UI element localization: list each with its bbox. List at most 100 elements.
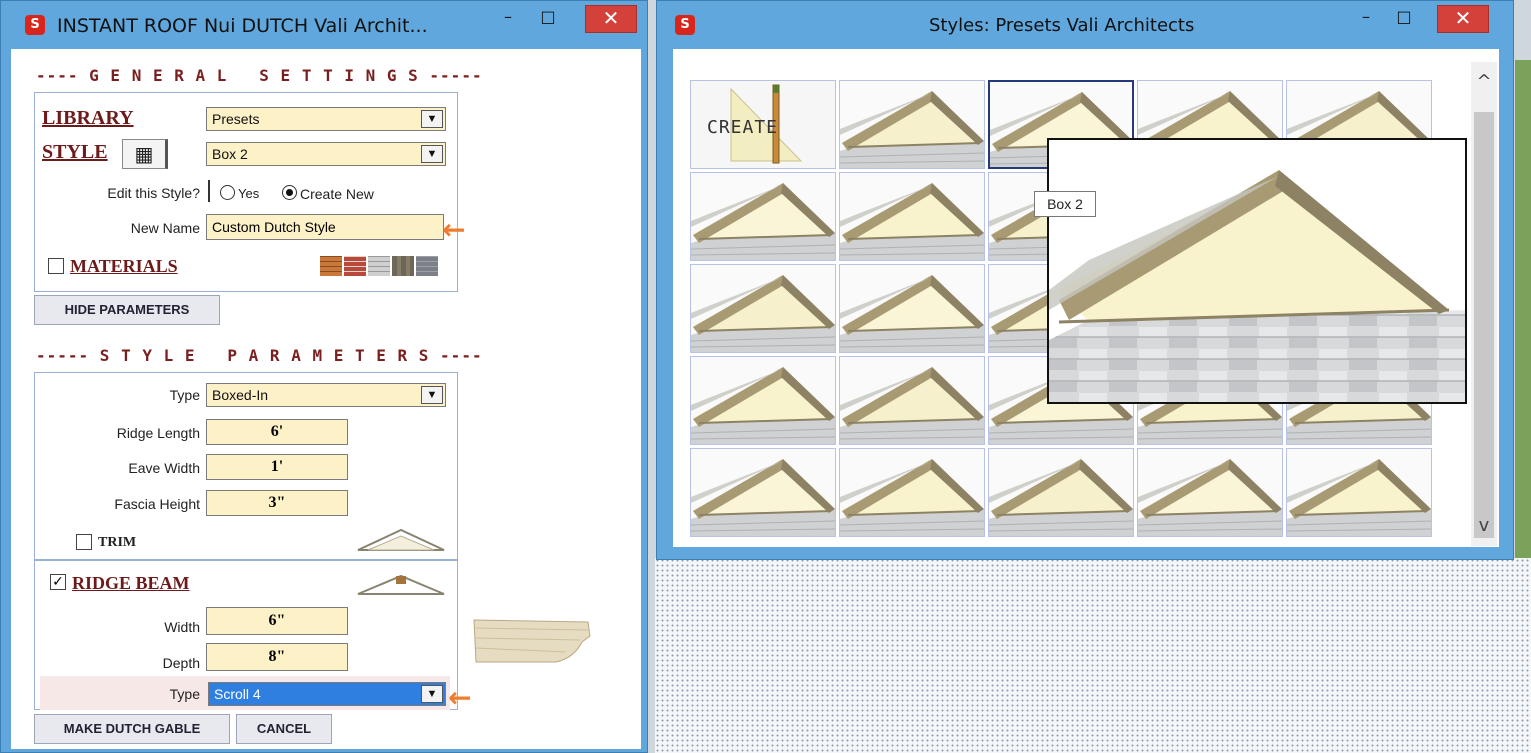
style-parameters-heading: ----- S T Y L E P A R A M E T E R S ---- [36, 346, 483, 365]
gable-thumbnail-image [840, 173, 984, 260]
right-titlebar[interactable]: S Styles: Presets Vali Architects – □ ✕ [657, 1, 1513, 51]
gable-thumbnail-image [840, 81, 984, 168]
edit-style-label: Edit this Style? [107, 185, 200, 201]
type-select-value: Boxed-In [212, 387, 269, 403]
trim-preview-icon [357, 528, 445, 551]
eave-width-field[interactable]: 1' [206, 454, 348, 480]
trim-label[interactable]: TRIM [98, 535, 136, 551]
gable-thumbnail-image [691, 449, 835, 536]
radio-create-new[interactable] [282, 185, 297, 200]
maximize-button[interactable]: □ [531, 5, 565, 33]
red-brick-swatch[interactable] [344, 256, 366, 276]
depth-field[interactable]: 8" [206, 643, 348, 671]
maximize-button[interactable]: □ [1387, 5, 1421, 33]
cancel-button[interactable]: CANCEL [236, 714, 332, 744]
general-settings-heading: ---- G E N E R A L S E T T I N G S ----- [36, 66, 483, 85]
radio-create-new-label: Create New [300, 186, 374, 202]
grid-view-button[interactable]: ▦ [122, 139, 168, 169]
style-tile[interactable] [1137, 448, 1283, 537]
brick-swatch[interactable] [320, 256, 342, 276]
wood-swatch[interactable] [392, 256, 414, 276]
style-tooltip: Box 2 [1034, 191, 1096, 217]
radio-yes[interactable] [220, 185, 235, 200]
style-label[interactable]: STYLE [42, 141, 108, 164]
left-titlebar[interactable]: S INSTANT ROOF Nui DUTCH Vali Archit... … [1, 1, 647, 51]
width-label: Width [164, 619, 200, 635]
chevron-down-icon[interactable]: ▼ [421, 110, 443, 128]
chevron-down-icon[interactable]: ▼ [421, 145, 443, 163]
gable-preview-image [1049, 140, 1465, 402]
gable-thumbnail-image [1287, 449, 1431, 536]
scroll-up-icon[interactable]: ^ [1471, 62, 1497, 102]
width-field[interactable]: 6" [206, 607, 348, 635]
close-button[interactable]: ✕ [585, 5, 637, 33]
style-tile[interactable] [839, 80, 985, 169]
sketchup-app-icon: S [675, 15, 695, 35]
style-tile-create[interactable]: CREATE [690, 80, 836, 169]
depth-label: Depth [162, 655, 200, 671]
gable-thumbnail-image [691, 265, 835, 352]
background-sketchup-canvas-right [1515, 60, 1531, 560]
type-label: Type [169, 387, 200, 403]
slate-swatch[interactable] [416, 256, 438, 276]
ridge-length-field[interactable]: 6' [206, 419, 348, 445]
materials-checkbox[interactable] [48, 258, 64, 274]
scroll-down-icon[interactable]: v [1471, 506, 1497, 546]
beam-type-arrow-indicator: ← [448, 681, 472, 714]
gable-thumbnail-image [840, 265, 984, 352]
chevron-down-icon[interactable]: ▼ [421, 685, 443, 703]
style-tile[interactable] [690, 448, 836, 537]
style-preview-popup [1047, 138, 1467, 404]
type-select[interactable]: Boxed-In ▼ [206, 383, 446, 407]
gable-thumbnail-image [1138, 449, 1282, 536]
gable-thumbnail-image [840, 449, 984, 536]
ridge-beam-preview-icon [357, 574, 445, 595]
trim-checkbox[interactable] [76, 534, 92, 550]
style-tile[interactable] [839, 264, 985, 353]
ridge-beam-label[interactable]: RIDGE BEAM [72, 573, 190, 594]
minimize-button[interactable]: – [491, 5, 525, 33]
new-name-field[interactable]: Custom Dutch Style [206, 214, 444, 240]
fascia-height-field[interactable]: 3" [206, 490, 348, 516]
stone-swatch[interactable] [368, 256, 390, 276]
style-tile[interactable] [690, 264, 836, 353]
beam-type-select-value: Scroll 4 [214, 686, 261, 702]
fascia-height-label: Fascia Height [114, 496, 200, 512]
beam-profile-preview [473, 619, 591, 663]
library-label[interactable]: LIBRARY [42, 107, 134, 130]
style-tile[interactable] [1286, 448, 1432, 537]
make-dutch-gable-button[interactable]: MAKE DUTCH GABLE [34, 714, 230, 744]
minimize-button[interactable]: – [1349, 5, 1383, 33]
beam-type-select[interactable]: Scroll 4 ▼ [208, 682, 446, 706]
background-dotted-canvas [655, 558, 1531, 753]
ridge-length-label: Ridge Length [116, 425, 200, 441]
vertical-scrollbar[interactable]: ^ v [1471, 62, 1497, 546]
gable-thumbnail-image [691, 357, 835, 444]
style-tile[interactable] [839, 172, 985, 261]
style-tile[interactable] [839, 448, 985, 537]
library-select-value: Presets [212, 111, 260, 127]
edit-style-bracket [208, 180, 210, 202]
materials-label[interactable]: MATERIALS [70, 256, 178, 277]
material-swatches[interactable] [320, 256, 438, 276]
radio-yes-label: Yes [238, 186, 260, 201]
gable-thumbnail-image [840, 357, 984, 444]
close-button[interactable]: ✕ [1437, 5, 1489, 33]
style-tile[interactable] [690, 356, 836, 445]
style-tile[interactable] [839, 356, 985, 445]
scrollbar-thumb[interactable] [1474, 112, 1494, 538]
eave-width-label: Eave Width [128, 460, 200, 476]
gable-thumbnail-image [989, 449, 1133, 536]
style-select[interactable]: Box 2 ▼ [206, 142, 446, 166]
right-window-title: Styles: Presets Vali Architects [929, 15, 1195, 36]
style-tile[interactable] [690, 172, 836, 261]
chevron-down-icon[interactable]: ▼ [421, 386, 443, 404]
grid-icon: ▦ [134, 142, 154, 166]
style-tile[interactable] [988, 448, 1134, 537]
library-select[interactable]: Presets ▼ [206, 107, 446, 131]
beam-type-label: Type [169, 686, 200, 702]
hide-parameters-button[interactable]: HIDE PARAMETERS [34, 295, 220, 325]
ridge-beam-checkbox[interactable]: ✓ [50, 574, 66, 590]
create-tile-label: CREATE [707, 117, 779, 138]
gable-thumbnail-image [691, 173, 835, 260]
